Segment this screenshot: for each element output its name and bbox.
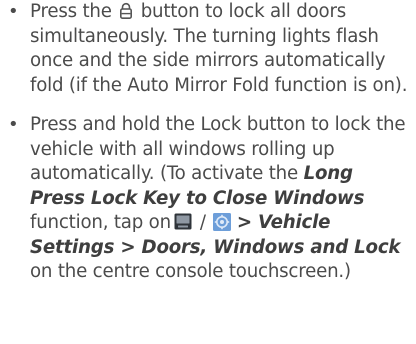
bullet-marker: • <box>8 1 19 22</box>
settings-icon <box>212 213 231 231</box>
manual-page: • Press the button to lock all doors sim… <box>0 0 416 344</box>
item2-text3: on the centre console touchscreen.) <box>30 261 351 282</box>
lock-icon <box>119 2 133 20</box>
instruction-list: • Press the button to lock all doors sim… <box>0 0 416 285</box>
list-item-long-press-lock: • Press and hold the Lock button to lock… <box>0 113 416 285</box>
icon-separator: / <box>199 212 206 233</box>
bullet-marker: • <box>8 114 19 135</box>
item1-prefix: Press the <box>30 1 112 22</box>
item2-text2: function, tap on <box>30 212 171 233</box>
screen-icon <box>174 213 192 230</box>
list-item-lock-button: • Press the button to lock all doors sim… <box>0 0 416 98</box>
